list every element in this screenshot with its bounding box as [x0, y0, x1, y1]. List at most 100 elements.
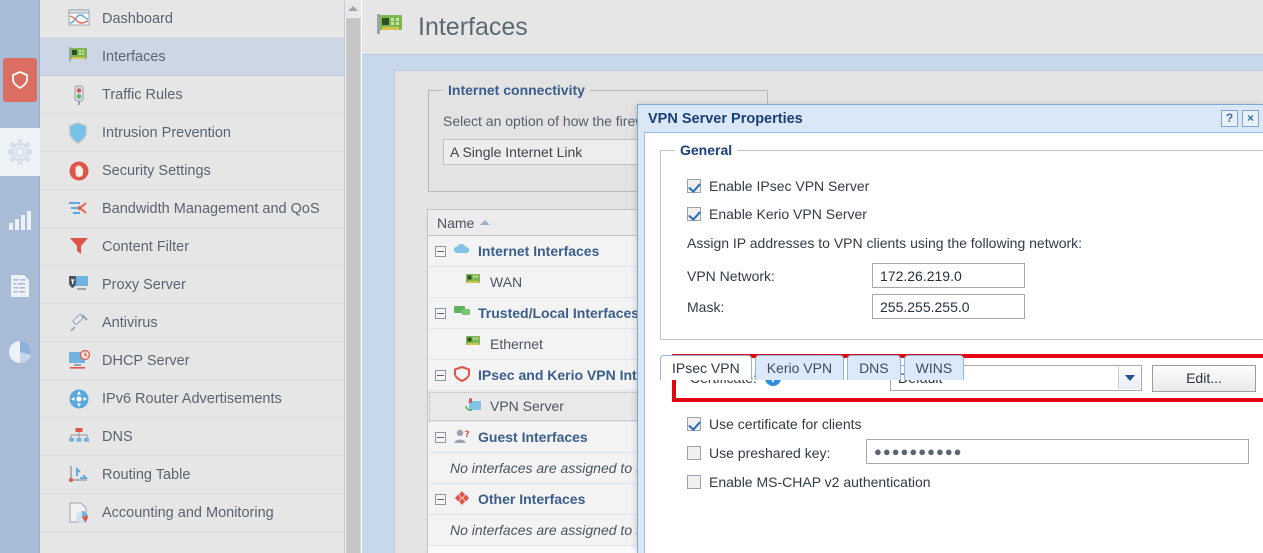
collapse-toggle[interactable] — [435, 493, 446, 505]
collapse-toggle[interactable] — [435, 369, 446, 381]
scroll-up-button[interactable] — [345, 0, 361, 17]
sidebar-item-routing-table[interactable]: Routing Table — [40, 456, 344, 494]
use-preshared-key-label: Use preshared key: — [709, 445, 831, 461]
row-label: Internet Interfaces — [478, 243, 600, 259]
sidebar-item-intrusion-prevention[interactable]: Intrusion Prevention — [40, 114, 344, 152]
collapse-toggle[interactable] — [435, 431, 446, 443]
sidebar-item-security-settings[interactable]: Security Settings — [40, 152, 344, 190]
enable-kerio-row[interactable]: Enable Kerio VPN Server — [687, 206, 867, 222]
sidebar-nav: Dashboard Interfaces Traffic Rules Intru… — [40, 0, 345, 553]
use-preshared-key-checkbox[interactable] — [687, 446, 701, 460]
dns-tree-icon — [68, 426, 90, 448]
enable-mschap-checkbox[interactable] — [687, 475, 701, 489]
mask-label: Mask: — [687, 299, 725, 315]
tab-ipsec-vpn[interactable]: IPsec VPN — [660, 355, 752, 380]
row-label: WAN — [490, 274, 523, 290]
sidebar-item-antivirus[interactable]: Antivirus — [40, 304, 344, 342]
page-header: Interfaces — [362, 0, 1263, 55]
sidebar-item-proxy-server[interactable]: Proxy Server — [40, 266, 344, 304]
rail-bar-chart-icon[interactable] — [2, 196, 38, 244]
close-button[interactable]: × — [1242, 110, 1259, 127]
assign-ip-text: Assign IP addresses to VPN clients using… — [687, 235, 1083, 251]
bandwidth-icon — [68, 198, 90, 220]
row-label: Other Interfaces — [478, 491, 586, 507]
edit-certificate-button[interactable]: Edit... — [1152, 364, 1256, 392]
diamond-icon — [453, 490, 471, 508]
collapse-toggle[interactable] — [435, 307, 446, 319]
preshared-key-input[interactable]: ●●●●●●●●●● — [866, 439, 1249, 464]
funnel-icon — [68, 236, 90, 258]
sidebar-item-label: Proxy Server — [102, 276, 186, 293]
document-icon — [11, 275, 29, 297]
collapse-toggle[interactable] — [435, 245, 446, 257]
tab-dns[interactable]: DNS — [847, 355, 901, 380]
enable-ipsec-label: Enable IPsec VPN Server — [709, 178, 870, 194]
sidebar-item-label: DNS — [102, 428, 133, 445]
sidebar-item-dashboard[interactable]: Dashboard — [40, 0, 344, 38]
rail-shield-icon[interactable] — [3, 58, 37, 102]
sidebar-item-label: Accounting and Monitoring — [102, 504, 274, 521]
group-legend: General — [675, 142, 738, 158]
shield-icon — [12, 71, 28, 90]
svg-text:?: ? — [465, 430, 470, 440]
app-window: Dashboard Interfaces Traffic Rules Intru… — [0, 0, 1263, 553]
proxy-icon — [68, 274, 90, 296]
row-label: Ethernet — [490, 336, 543, 352]
sidebar-item-dns[interactable]: DNS — [40, 418, 344, 456]
network-card-icon — [464, 335, 482, 353]
sidebar-item-dhcp-server[interactable]: DHCP Server — [40, 342, 344, 380]
row-label: IPsec and Kerio VPN Interfa — [478, 367, 663, 383]
rail-pie-chart-icon[interactable] — [2, 328, 38, 376]
help-button[interactable]: ? — [1221, 110, 1238, 127]
syringe-icon — [68, 312, 90, 334]
mask-input[interactable]: 255.255.255.0 — [872, 294, 1025, 319]
gear-icon — [8, 140, 32, 164]
network-card-icon — [376, 13, 406, 42]
sort-ascending-icon — [480, 220, 491, 225]
enable-kerio-checkbox[interactable] — [687, 207, 701, 221]
cloud-icon — [453, 242, 471, 260]
sidebar-item-ipv6-router-advertisements[interactable]: IPv6 Router Advertisements — [40, 380, 344, 418]
vpn-network-label: VPN Network: — [687, 268, 775, 284]
use-certificate-label: Use certificate for clients — [709, 416, 862, 432]
enable-mschap-row[interactable]: Enable MS-CHAP v2 authentication — [687, 474, 931, 490]
scrollbar-thumb[interactable] — [346, 18, 360, 553]
vpn-server-properties-dialog: VPN Server Properties ? × General Enable… — [637, 104, 1263, 553]
dialog-title: VPN Server Properties — [648, 110, 803, 127]
sidebar-item-traffic-rules[interactable]: Traffic Rules — [40, 76, 344, 114]
use-preshared-key-row[interactable]: Use preshared key: — [687, 445, 830, 461]
sidebar-item-accounting-and-monitoring[interactable]: Accounting and Monitoring — [40, 494, 344, 532]
routing-icon — [68, 464, 90, 486]
lan-icon — [453, 304, 471, 322]
use-certificate-checkbox[interactable] — [687, 417, 701, 431]
vpn-icon — [464, 397, 482, 415]
enable-ipsec-row[interactable]: Enable IPsec VPN Server — [687, 178, 869, 194]
sidebar-item-label: IPv6 Router Advertisements — [102, 390, 282, 407]
shield-icon — [453, 365, 471, 384]
group-legend: Internet connectivity — [443, 82, 590, 98]
enable-ipsec-checkbox[interactable] — [687, 179, 701, 193]
sidebar-scrollbar[interactable] — [345, 0, 361, 553]
column-header-name: Name — [437, 214, 475, 231]
sidebar-item-content-filter[interactable]: Content Filter — [40, 228, 344, 266]
rail-gear-icon[interactable] — [0, 128, 40, 176]
sidebar-item-label: Interfaces — [102, 48, 166, 65]
sidebar-item-interfaces[interactable]: Interfaces — [40, 38, 344, 76]
sidebar-item-label: Routing Table — [102, 466, 191, 483]
monitor-clock-icon — [68, 349, 91, 372]
dashboard-icon — [68, 8, 90, 30]
vpn-network-input[interactable]: 172.26.219.0 — [872, 263, 1025, 288]
traffic-light-icon — [68, 84, 90, 106]
sidebar-item-bandwidth-management[interactable]: Bandwidth Management and QoS — [40, 190, 344, 228]
chevron-down-icon[interactable] — [1118, 367, 1140, 389]
accounting-icon — [68, 502, 90, 524]
rail-document-icon[interactable] — [2, 262, 38, 310]
shield-icon — [68, 121, 90, 144]
row-label: VPN Server — [490, 398, 564, 414]
tab-wins[interactable]: WINS — [903, 355, 965, 380]
sidebar-item-label: Content Filter — [102, 238, 190, 255]
tab-kerio-vpn[interactable]: Kerio VPN — [754, 355, 845, 380]
tab-bar: IPsec VPN Kerio VPN DNS WINS — [660, 355, 965, 380]
sidebar-item-label: Bandwidth Management and QoS — [102, 200, 320, 217]
use-certificate-row[interactable]: Use certificate for clients — [687, 416, 862, 432]
